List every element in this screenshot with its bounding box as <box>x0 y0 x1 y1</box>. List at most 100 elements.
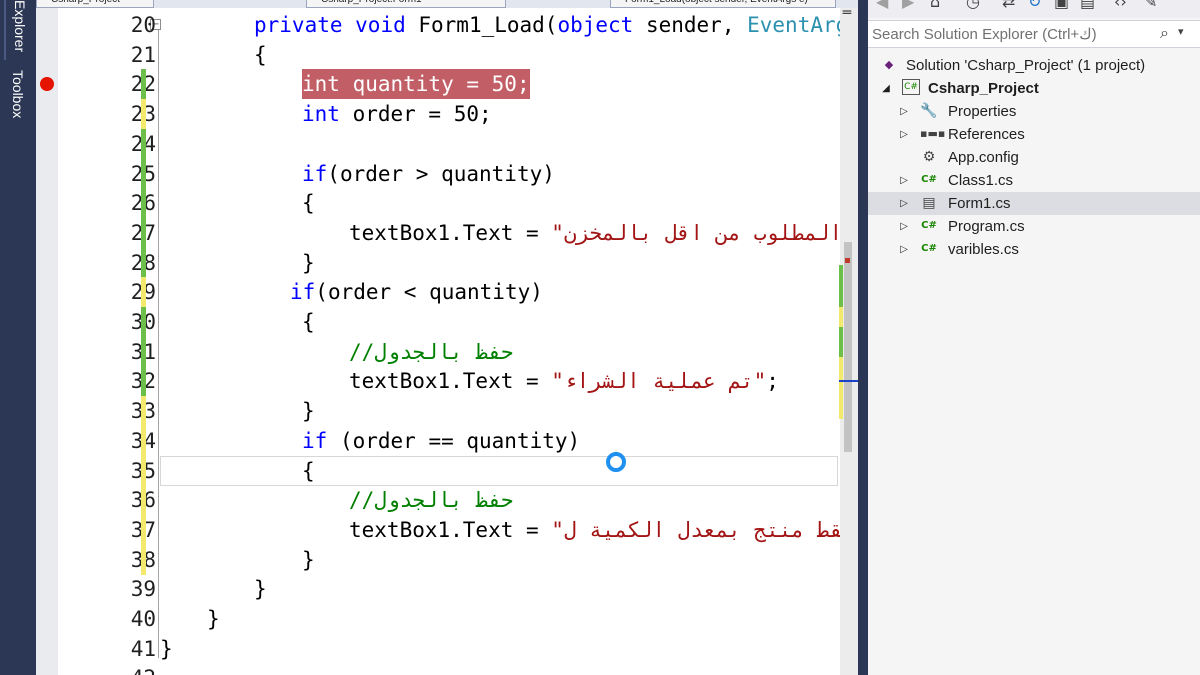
code-editor[interactable]: Csharp_Project Csharp_Project.Form1 Form… <box>36 0 858 675</box>
member-dropdown[interactable]: Form1_Load(object sender, EventArgs e) <box>610 0 836 8</box>
code-token: textBox1.Text = <box>349 517 552 542</box>
code-token: (order == quantity) <box>339 428 581 453</box>
code-line[interactable]: 22int quantity = 50; <box>36 69 858 100</box>
collapsed-arrow-icon[interactable]: ▷ <box>898 100 910 123</box>
solution-explorer: ◀ ▶ ⌂ ◷ ⇄ ↻ ▣ ▤ ‹› ✎ ⌕ ▾ ◆ Solution 'Csh… <box>868 0 1200 675</box>
change-indicator <box>141 544 146 575</box>
tab-toolbox[interactable]: Toolbox <box>4 70 32 132</box>
code-line[interactable]: 35{ <box>36 455 858 486</box>
line-number: 20 <box>130 13 156 37</box>
code-text: private void Form1_Load(object sender, E… <box>254 10 858 40</box>
code-token: } <box>302 399 315 424</box>
collapse-all-icon[interactable]: ▣ <box>1054 0 1069 12</box>
forward-icon[interactable]: ▶ <box>902 0 914 12</box>
collapsed-arrow-icon[interactable]: ▷ <box>898 238 910 261</box>
change-indicator <box>141 188 146 219</box>
search-icon[interactable]: ⌕ <box>1160 23 1169 43</box>
solution-search-box: ⌕ ▾ <box>868 20 1200 48</box>
pane-splitter[interactable] <box>858 0 868 675</box>
code-line[interactable]: 34if (order == quantity) <box>36 425 858 456</box>
code-line[interactable]: 27textBox1.Text = "المطلوب من اقل بالمخز… <box>36 217 858 248</box>
tab-explorer[interactable]: Explorer <box>4 0 34 60</box>
properties-icon[interactable]: ✎ <box>1144 0 1157 12</box>
keyword-token: if <box>302 428 340 453</box>
sync-icon[interactable]: ⇄ <box>1002 0 1015 12</box>
code-token: textBox1.Text = <box>349 369 552 394</box>
code-line[interactable]: 31//حفظ بالجدول <box>36 336 858 367</box>
change-indicator <box>141 455 146 486</box>
code-line[interactable]: 30{ <box>36 307 858 337</box>
code-line[interactable]: 23int order = 50; <box>36 99 858 130</box>
collapsed-arrow-icon[interactable]: ▷ <box>898 192 910 215</box>
expanded-arrow-icon[interactable]: ◢ <box>880 77 892 100</box>
keyword-token: object <box>557 13 646 37</box>
code-line[interactable]: 40} <box>36 604 858 634</box>
code-token: } <box>302 250 315 275</box>
code-text: } <box>302 248 315 278</box>
item-label: References <box>948 126 1025 143</box>
back-icon[interactable]: ◀ <box>876 0 888 12</box>
code-text: } <box>302 545 315 575</box>
class-dropdown[interactable]: Csharp_Project.Form1 <box>306 0 506 8</box>
code-line[interactable]: 39} <box>36 574 858 604</box>
code-text: textBox1.Text = "فقط منتج بمعدل الكمية ل… <box>349 515 858 545</box>
keyword-token: int <box>302 72 353 97</box>
code-line[interactable]: 38} <box>36 544 858 575</box>
code-line[interactable]: 28} <box>36 247 858 278</box>
code-token: order = 50; <box>352 102 492 127</box>
view-code-icon[interactable]: ‹› <box>1114 0 1127 12</box>
pending-changes-icon[interactable]: ◷ <box>966 0 980 12</box>
left-tool-tabs: Explorer Toolbox <box>0 0 36 675</box>
change-marker <box>839 307 843 327</box>
keyword-token: if <box>302 161 328 186</box>
code-line[interactable]: 21 { <box>36 40 858 70</box>
keyword-token: int <box>302 102 353 127</box>
item-label: Properties <box>948 103 1017 120</box>
code-line[interactable]: 26{ <box>36 188 858 219</box>
code-line[interactable]: 20 private void Form1_Load(object sender,… <box>36 10 858 40</box>
show-all-files-icon[interactable]: ▤ <box>1080 0 1095 12</box>
caret-position-marker <box>839 380 858 382</box>
code-text: } <box>254 574 267 604</box>
code-line[interactable]: 24 <box>36 128 858 159</box>
scrollbar-thumb[interactable] <box>844 242 852 452</box>
code-token: { <box>302 458 315 483</box>
references-icon: ▪▬▪ <box>920 127 946 140</box>
code-line[interactable]: 32textBox1.Text = "تم عملية الشراء"; <box>36 366 858 397</box>
code-token: } <box>254 577 267 602</box>
home-icon[interactable]: ⌂ <box>930 0 940 12</box>
solution-label: Solution 'Csharp_Project' (1 project) <box>906 57 1146 74</box>
csharp-file-icon: C# <box>921 220 937 231</box>
search-input[interactable] <box>872 23 1152 45</box>
change-indicator <box>141 247 146 278</box>
chevron-down-icon[interactable]: ▾ <box>1178 25 1184 38</box>
busy-cursor <box>606 452 626 472</box>
refresh-icon[interactable]: ↻ <box>1028 0 1041 12</box>
split-handle-icon[interactable]: ═ <box>842 6 852 30</box>
code-line[interactable]: 25if(order > quantity) <box>36 158 858 189</box>
string-token: "تم عملية الشراء" <box>551 369 767 394</box>
code-line[interactable]: 36//حفظ بالجدول <box>36 485 858 516</box>
code-token: } <box>160 636 173 661</box>
line-number: 40 <box>130 607 156 631</box>
code-line[interactable]: 37textBox1.Text = "فقط منتج بمعدل الكمية… <box>36 514 858 545</box>
keyword-token: private <box>254 13 356 37</box>
solution-icon: ◆ <box>884 58 894 71</box>
string-token: "المطلوب من اقل بالمخزن" <box>551 220 855 245</box>
navigation-bar: Csharp_Project Csharp_Project.Form1 Form… <box>36 0 858 8</box>
code-line[interactable]: 29if(order < quantity) <box>36 277 858 308</box>
code-token: (order > quantity) <box>327 161 555 186</box>
comment-token: //حفظ بالجدول <box>349 339 514 364</box>
collapsed-arrow-icon[interactable]: ▷ <box>898 169 910 192</box>
item-label: Class1.cs <box>948 172 1014 189</box>
collapsed-arrow-icon[interactable]: ▷ <box>898 123 910 146</box>
change-indicator <box>141 217 146 248</box>
collapsed-arrow-icon[interactable]: ▷ <box>898 215 910 238</box>
tree-item-form1[interactable]: ▷ ▤ Form1.cs <box>868 192 1200 215</box>
change-marker <box>839 265 843 307</box>
project-dropdown[interactable]: Csharp_Project <box>36 0 154 8</box>
code-line[interactable]: 41} <box>36 634 858 664</box>
code-line[interactable]: 33} <box>36 396 858 427</box>
code-line[interactable]: 42 <box>36 663 858 675</box>
code-token: quantity = 50; <box>352 72 530 97</box>
